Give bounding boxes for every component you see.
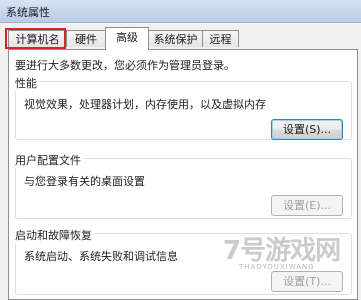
tab-advanced[interactable]: 高级 [105, 27, 149, 50]
admin-notice: 要进行大多数更改，您必须作为管理员登录。 [15, 59, 235, 72]
startup-recovery-group-title: 启动和故障恢复 [15, 227, 95, 243]
advanced-tab-panel: 要进行大多数更改，您必须作为管理员登录。 性能 视觉效果，处理器计划，内存使用，… [8, 49, 358, 300]
tab-highlight-box [5, 28, 66, 49]
tab-hardware[interactable]: 硬件 [66, 30, 106, 47]
user-profiles-description: 与您登录有关的桌面设置 [24, 175, 145, 188]
tab-system-protection[interactable]: 系统保护 [148, 30, 203, 47]
user-profiles-group: 用户配置文件 与您登录有关的桌面设置 设置(E)... [15, 152, 352, 219]
user-profiles-settings-button[interactable]: 设置(E)... [271, 195, 343, 216]
tab-remote[interactable]: 远程 [202, 30, 239, 47]
performance-settings-button[interactable]: 设置(S)... [271, 119, 343, 140]
window-title: 系统属性 [6, 6, 50, 19]
system-properties-window: 系统属性 计算机名 硬件 高级 系统保护 远程 要进行大多数更改，您必须作为管理… [0, 0, 361, 300]
performance-group: 性能 视觉效果，处理器计划，内存使用，以及虚拟内存 设置(S)... [15, 75, 352, 140]
title-bar[interactable]: 系统属性 [0, 0, 361, 23]
startup-recovery-group: 启动和故障恢复 系统启动、系统失败和调试信息 设置(T)... [15, 227, 352, 295]
startup-recovery-settings-button[interactable]: 设置(T)... [271, 271, 343, 292]
startup-recovery-description: 系统启动、系统失败和调试信息 [24, 250, 178, 263]
user-profiles-group-title: 用户配置文件 [15, 152, 84, 168]
performance-group-title: 性能 [15, 75, 40, 91]
performance-description: 视觉效果，处理器计划，内存使用，以及虚拟内存 [24, 98, 266, 111]
